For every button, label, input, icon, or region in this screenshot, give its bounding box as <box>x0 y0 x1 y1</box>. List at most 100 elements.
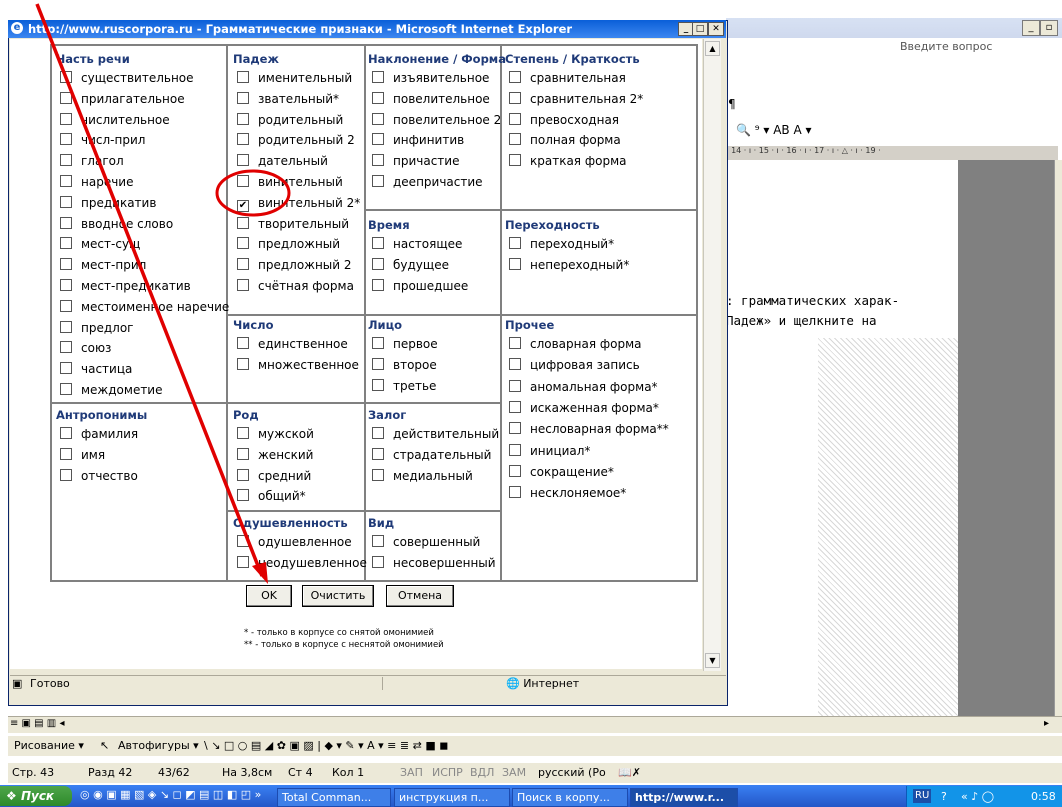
checkbox[interactable] <box>509 71 521 83</box>
case-option[interactable]: предложный 2 <box>237 258 352 272</box>
number-option[interactable]: единственное <box>237 337 348 351</box>
case-option[interactable]: счётная форма <box>237 279 354 293</box>
checkbox[interactable] <box>60 383 72 395</box>
checkbox[interactable] <box>60 320 72 333</box>
checkbox[interactable] <box>509 400 521 413</box>
degree-option[interactable]: сравнительная 2* <box>509 91 643 106</box>
autoshapes-menu[interactable]: Автофигуры ▾ <box>118 736 199 756</box>
checkbox[interactable] <box>509 133 521 146</box>
clear-button[interactable]: Очистить <box>302 585 374 607</box>
task-total-commander[interactable]: Total Comman... <box>277 788 391 807</box>
pos-option[interactable]: частица <box>60 362 132 376</box>
other-option[interactable]: аномальная форма* <box>509 379 658 394</box>
draw-tools-icons[interactable]: \ ↘ □ ○ ▤ ◢ ✿ ▣ ▨ | ◆ ▾ ✎ ▾ A ▾ ≡ ≣ ⇄ ■ … <box>204 736 448 756</box>
checkbox[interactable] <box>372 112 384 125</box>
checkbox[interactable] <box>60 112 72 125</box>
pos-option[interactable]: существительное <box>60 71 194 85</box>
scroll-down-icon[interactable]: ▼ <box>705 653 720 668</box>
vertical-scrollbar[interactable]: ▲ ▼ <box>703 39 721 671</box>
minimize-icon[interactable]: _ <box>1022 20 1040 36</box>
checkbox[interactable] <box>372 91 384 104</box>
checkbox[interactable] <box>372 257 384 270</box>
checkbox[interactable] <box>237 357 249 370</box>
mood-option[interactable]: деепричастие <box>372 175 483 189</box>
tense-option[interactable]: будущее <box>372 257 449 272</box>
pos-option[interactable]: числ-прил <box>60 133 145 147</box>
person-option[interactable]: третье <box>372 378 436 393</box>
mood-option[interactable]: инфинитив <box>372 133 464 147</box>
case-option[interactable]: винительный <box>237 175 343 189</box>
checkbox[interactable] <box>237 337 249 349</box>
pos-option[interactable]: глагол <box>60 154 124 168</box>
checkbox[interactable] <box>372 175 384 187</box>
checkbox[interactable] <box>372 468 384 481</box>
checkbox[interactable] <box>509 237 521 249</box>
checkbox[interactable] <box>372 237 384 249</box>
checkbox[interactable] <box>237 112 249 125</box>
maximize-icon[interactable]: □ <box>692 22 708 36</box>
status-ovr[interactable]: ЗАМ <box>502 763 526 783</box>
pilcrow-icon[interactable]: ¶ <box>728 97 736 111</box>
pos-option[interactable]: вводное слово <box>60 216 173 231</box>
anim-option[interactable]: одушевленное <box>237 535 352 549</box>
status-ext[interactable]: ВДЛ <box>470 763 494 783</box>
checkbox[interactable] <box>60 133 72 146</box>
checkbox[interactable] <box>60 71 72 83</box>
anthro-option[interactable]: имя <box>60 447 105 462</box>
number-option[interactable]: множественное <box>237 357 359 372</box>
close-icon[interactable]: ✕ <box>708 22 724 36</box>
checkbox[interactable] <box>60 341 72 354</box>
checkbox[interactable] <box>60 427 72 439</box>
voice-option[interactable]: действительный <box>372 427 499 441</box>
checkbox[interactable] <box>509 154 521 167</box>
checkbox[interactable] <box>372 71 384 83</box>
checkbox[interactable] <box>237 468 249 481</box>
other-option[interactable]: словарная форма <box>509 337 642 351</box>
checkbox[interactable] <box>237 279 249 291</box>
anthro-option[interactable]: отчество <box>60 468 138 483</box>
mood-option[interactable]: повелительное 2 <box>372 112 501 127</box>
checkbox[interactable] <box>60 195 72 208</box>
checkbox[interactable] <box>60 447 72 460</box>
checkbox[interactable] <box>509 464 521 477</box>
checkbox[interactable] <box>60 237 72 250</box>
voice-option[interactable]: страдательный <box>372 447 491 462</box>
checkbox[interactable] <box>60 91 72 104</box>
case-option[interactable]: именительный <box>237 71 352 85</box>
checkbox[interactable] <box>509 257 521 270</box>
checkbox[interactable] <box>237 71 249 83</box>
degree-option[interactable]: полная форма <box>509 133 621 147</box>
checkbox[interactable] <box>237 447 249 460</box>
pos-option[interactable]: предлог <box>60 320 133 335</box>
checkbox[interactable] <box>372 427 384 439</box>
checkbox[interactable] <box>60 175 72 187</box>
checkbox[interactable] <box>60 216 72 229</box>
checkbox[interactable]: ✔ <box>237 199 249 212</box>
checkbox[interactable] <box>237 489 249 502</box>
tense-option[interactable]: прошедшее <box>372 278 468 293</box>
gender-option[interactable]: мужской <box>237 427 314 441</box>
checkbox[interactable] <box>237 237 249 250</box>
voice-option[interactable]: медиальный <box>372 468 473 483</box>
checkbox[interactable] <box>237 216 249 229</box>
transit-option[interactable]: переходный* <box>509 237 614 251</box>
quick-launch-icons[interactable]: ◎ ◉ ▣ ▦ ▧ ◈ ↘ ◻ ◩ ▤ ◫ ◧ ◰ » <box>80 788 261 801</box>
case-option[interactable]: творительный <box>237 216 349 231</box>
checkbox[interactable] <box>60 468 72 481</box>
ask-question-input[interactable]: Введите вопрос <box>900 40 992 53</box>
anim-option[interactable]: неодушевленное <box>237 555 367 570</box>
other-option[interactable]: несклоняемое* <box>509 486 626 500</box>
select-arrow-icon[interactable]: ↖ <box>100 736 109 756</box>
checkbox[interactable] <box>60 362 72 375</box>
checkbox[interactable] <box>509 422 521 435</box>
anthro-option[interactable]: фамилия <box>60 427 138 441</box>
gender-option[interactable]: женский <box>237 447 313 462</box>
checkbox[interactable] <box>237 258 249 271</box>
pos-option[interactable]: наречие <box>60 175 133 189</box>
degree-option[interactable]: превосходная <box>509 112 619 127</box>
checkbox[interactable] <box>372 278 384 291</box>
start-button[interactable]: ❖ Пуск <box>0 786 72 806</box>
pos-option[interactable]: прилагательное <box>60 91 185 106</box>
checkbox[interactable] <box>372 133 384 146</box>
mood-option[interactable]: причастие <box>372 154 459 168</box>
